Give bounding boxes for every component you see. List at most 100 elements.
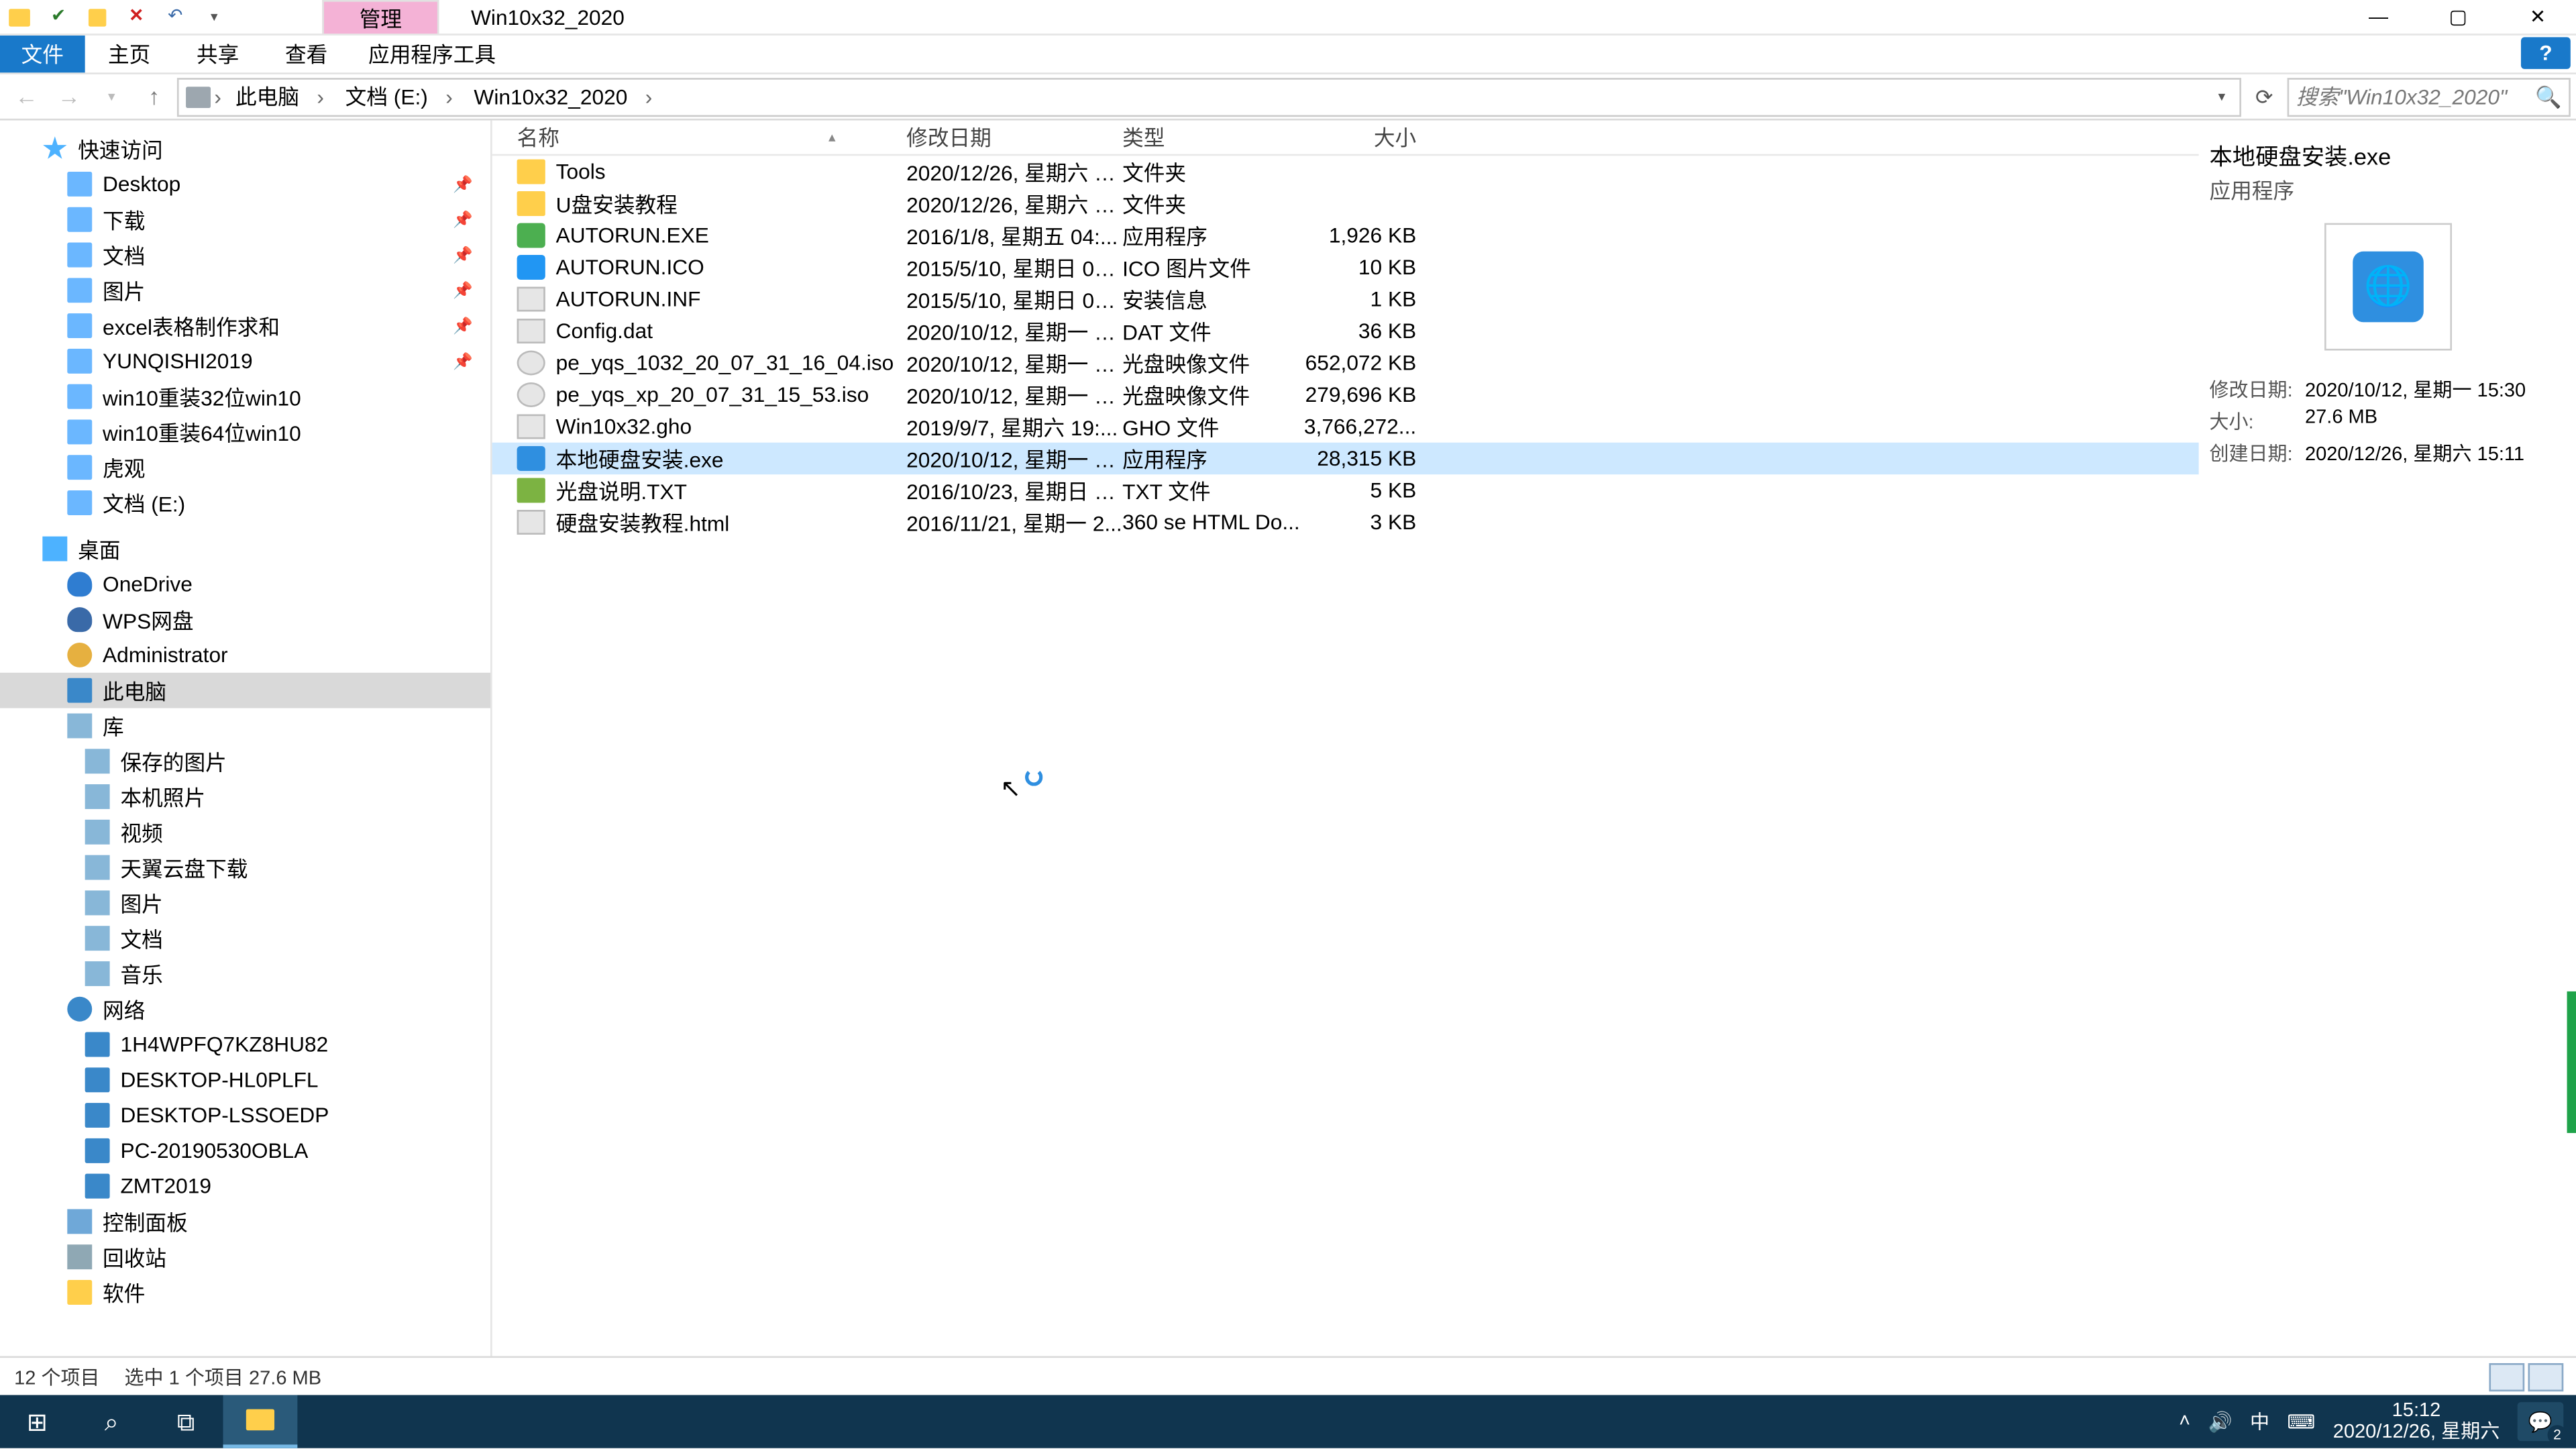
clock[interactable]: 15:12 2020/12/26, 星期六 <box>2333 1400 2500 1443</box>
close-button[interactable]: ✕ <box>2498 0 2576 34</box>
file-row[interactable]: Tools2020/12/26, 星期六 1...文件夹 <box>492 156 2199 188</box>
tab-share[interactable]: 共享 <box>174 36 262 72</box>
folder-icon[interactable] <box>0 0 39 34</box>
nav-net-item[interactable]: PC-20190530OBLA <box>0 1133 490 1169</box>
file-row[interactable]: AUTORUN.EXE2016/1/8, 星期五 04:...应用程序1,926… <box>492 219 2199 252</box>
file-row[interactable]: Config.dat2020/10/12, 星期一 1...DAT 文件36 K… <box>492 315 2199 347</box>
minimize-button[interactable]: — <box>2339 0 2418 34</box>
nav-lib-item[interactable]: 音乐 <box>0 956 490 991</box>
col-type[interactable]: 类型 <box>1122 122 1303 152</box>
file-size: 10 KB <box>1303 255 1416 280</box>
nav-lib-item[interactable]: 图片 <box>0 885 490 921</box>
nav-network[interactable]: 网络 <box>0 991 490 1027</box>
col-date[interactable]: 修改日期 <box>906 122 1122 152</box>
file-row[interactable]: Win10x32.gho2019/9/7, 星期六 19:...GHO 文件3,… <box>492 411 2199 443</box>
tab-app-tools[interactable]: 应用程序工具 <box>351 36 514 72</box>
file-type: 光盘映像文件 <box>1122 380 1303 410</box>
ribbon: 文件 主页 共享 查看 应用程序工具 ? <box>0 36 2576 74</box>
nav-wps[interactable]: WPS网盘 <box>0 602 490 637</box>
action-center-button[interactable]: 💬2 <box>2518 1402 2564 1441</box>
qat-check-icon[interactable]: ✔ <box>39 0 78 34</box>
nav-quick-item[interactable]: win10重装32位win10 <box>0 379 490 415</box>
search-input[interactable]: 搜索"Win10x32_2020" 🔍 <box>2288 77 2571 116</box>
file-row[interactable]: 本地硬盘安装.exe2020/10/12, 星期一 1...应用程序28,315… <box>492 443 2199 475</box>
nav-quick-access[interactable]: 快速访问 <box>0 131 490 166</box>
nav-quick-item[interactable]: Desktop📌 <box>0 166 490 202</box>
file-date: 2020/10/12, 星期一 1... <box>906 443 1122 474</box>
nav-net-item[interactable]: ZMT2019 <box>0 1169 490 1204</box>
nav-control-panel[interactable]: 控制面板 <box>0 1204 490 1240</box>
start-button[interactable]: ⊞ <box>0 1395 74 1448</box>
col-size[interactable]: 大小 <box>1303 122 1416 152</box>
tab-view[interactable]: 查看 <box>262 36 351 72</box>
nav-net-item[interactable]: DESKTOP-LSSOEDP <box>0 1097 490 1133</box>
nav-net-item[interactable]: 1H4WPFQ7KZ8HU82 <box>0 1027 490 1063</box>
view-icons-button[interactable] <box>2528 1362 2563 1391</box>
file-row[interactable]: pe_yqs_xp_20_07_31_15_53.iso2020/10/12, … <box>492 379 2199 411</box>
file-row[interactable]: 光盘说明.TXT2016/10/23, 星期日 0...TXT 文件5 KB <box>492 474 2199 506</box>
nav-net-item[interactable]: DESKTOP-HL0PLFL <box>0 1062 490 1097</box>
tray-expand-icon[interactable]: ˄ <box>2179 1411 2190 1432</box>
qat-paste-icon[interactable] <box>78 0 117 34</box>
back-button[interactable]: ← <box>7 77 46 116</box>
file-row[interactable]: 硬盘安装教程.html2016/11/21, 星期一 2...360 se HT… <box>492 506 2199 539</box>
address-dropdown-icon[interactable]: ▾ <box>2218 89 2233 105</box>
nav-quick-item[interactable]: 图片📌 <box>0 272 490 308</box>
recent-dropdown[interactable]: ▾ <box>92 77 131 116</box>
nav-lib-item[interactable]: 天翼云盘下载 <box>0 850 490 885</box>
search-button[interactable]: ⌕ <box>74 1395 149 1448</box>
nav-quick-item[interactable]: win10重装64位win10 <box>0 415 490 450</box>
file-size: 36 KB <box>1303 319 1416 343</box>
view-details-button[interactable] <box>2489 1362 2524 1391</box>
nav-lib-item[interactable]: 本机照片 <box>0 779 490 814</box>
nav-quick-item[interactable]: excel表格制作求和📌 <box>0 308 490 343</box>
file-date: 2020/10/12, 星期一 1... <box>906 380 1122 410</box>
file-row[interactable]: AUTORUN.ICO2015/5/10, 星期日 02...ICO 图片文件1… <box>492 252 2199 284</box>
crumb-drive[interactable]: 文档 (E:) <box>335 81 464 111</box>
maximize-button[interactable]: ▢ <box>2418 0 2498 34</box>
file-row[interactable]: pe_yqs_1032_20_07_31_16_04.iso2020/10/12… <box>492 347 2199 379</box>
nav-software[interactable]: 软件 <box>0 1275 490 1310</box>
nav-lib-item[interactable]: 保存的图片 <box>0 743 490 779</box>
forward-button[interactable]: → <box>50 77 89 116</box>
explorer-taskbar-button[interactable] <box>223 1395 298 1448</box>
col-name[interactable]: 名称 <box>517 122 559 152</box>
nav-lib-item[interactable]: 视频 <box>0 814 490 850</box>
nav-tree[interactable]: 快速访问 Desktop📌下载📌文档📌图片📌excel表格制作求和📌YUNQIS… <box>0 120 492 1356</box>
nav-quick-item[interactable]: 下载📌 <box>0 202 490 237</box>
nav-quick-item[interactable]: 虎观 <box>0 449 490 485</box>
nav-onedrive[interactable]: OneDrive <box>0 566 490 602</box>
column-headers[interactable]: 名称▴ 修改日期 类型 大小 <box>492 120 2199 156</box>
manage-tab[interactable]: 管理 <box>322 0 439 34</box>
crumb-folder[interactable]: Win10x32_2020 <box>464 84 663 109</box>
volume-icon[interactable]: 🔊 <box>2208 1410 2232 1433</box>
crumb-thispc[interactable]: 此电脑 <box>225 81 335 111</box>
nav-desktop[interactable]: 桌面 <box>0 531 490 567</box>
nav-quick-item[interactable]: 文档 (E:) <box>0 485 490 521</box>
nav-recycle[interactable]: 回收站 <box>0 1239 490 1275</box>
file-row[interactable]: U盘安装教程2020/12/26, 星期六 1...文件夹 <box>492 188 2199 220</box>
nav-quick-item[interactable]: YUNQISHI2019📌 <box>0 343 490 379</box>
window-title: Win10x32_2020 <box>439 0 657 34</box>
nav-thispc[interactable]: 此电脑 <box>0 673 490 708</box>
task-view-button[interactable]: ⧉ <box>149 1395 223 1448</box>
nav-quick-item[interactable]: 文档📌 <box>0 237 490 273</box>
ime-indicator[interactable]: 中 <box>2250 1407 2269 1436</box>
qat-undo-icon[interactable]: ↶ <box>156 0 195 34</box>
help-button[interactable]: ? <box>2521 37 2571 69</box>
nav-admin[interactable]: Administrator <box>0 637 490 673</box>
refresh-button[interactable]: ⟳ <box>2245 84 2284 109</box>
qat-delete-icon[interactable]: ✕ <box>117 0 156 34</box>
file-row[interactable]: AUTORUN.INF2015/5/10, 星期日 02...安装信息1 KB <box>492 283 2199 315</box>
search-icon[interactable]: 🔍 <box>2535 84 2561 109</box>
qat-dropdown-icon[interactable]: ▾ <box>195 0 233 34</box>
tab-home[interactable]: 主页 <box>85 36 174 72</box>
nav-libraries[interactable]: 库 <box>0 708 490 744</box>
nav-lib-item[interactable]: 文档 <box>0 920 490 956</box>
file-tab[interactable]: 文件 <box>0 36 85 72</box>
ime-status-icon[interactable]: ⌨ <box>2287 1410 2315 1433</box>
status-bar: 12 个项目 选中 1 个项目 27.6 MB <box>0 1356 2576 1395</box>
breadcrumb[interactable]: › 此电脑 文档 (E:) Win10x32_2020 ▾ <box>177 77 2241 116</box>
up-button[interactable]: ↑ <box>135 77 174 116</box>
meta-key: 修改日期: <box>2209 375 2305 403</box>
